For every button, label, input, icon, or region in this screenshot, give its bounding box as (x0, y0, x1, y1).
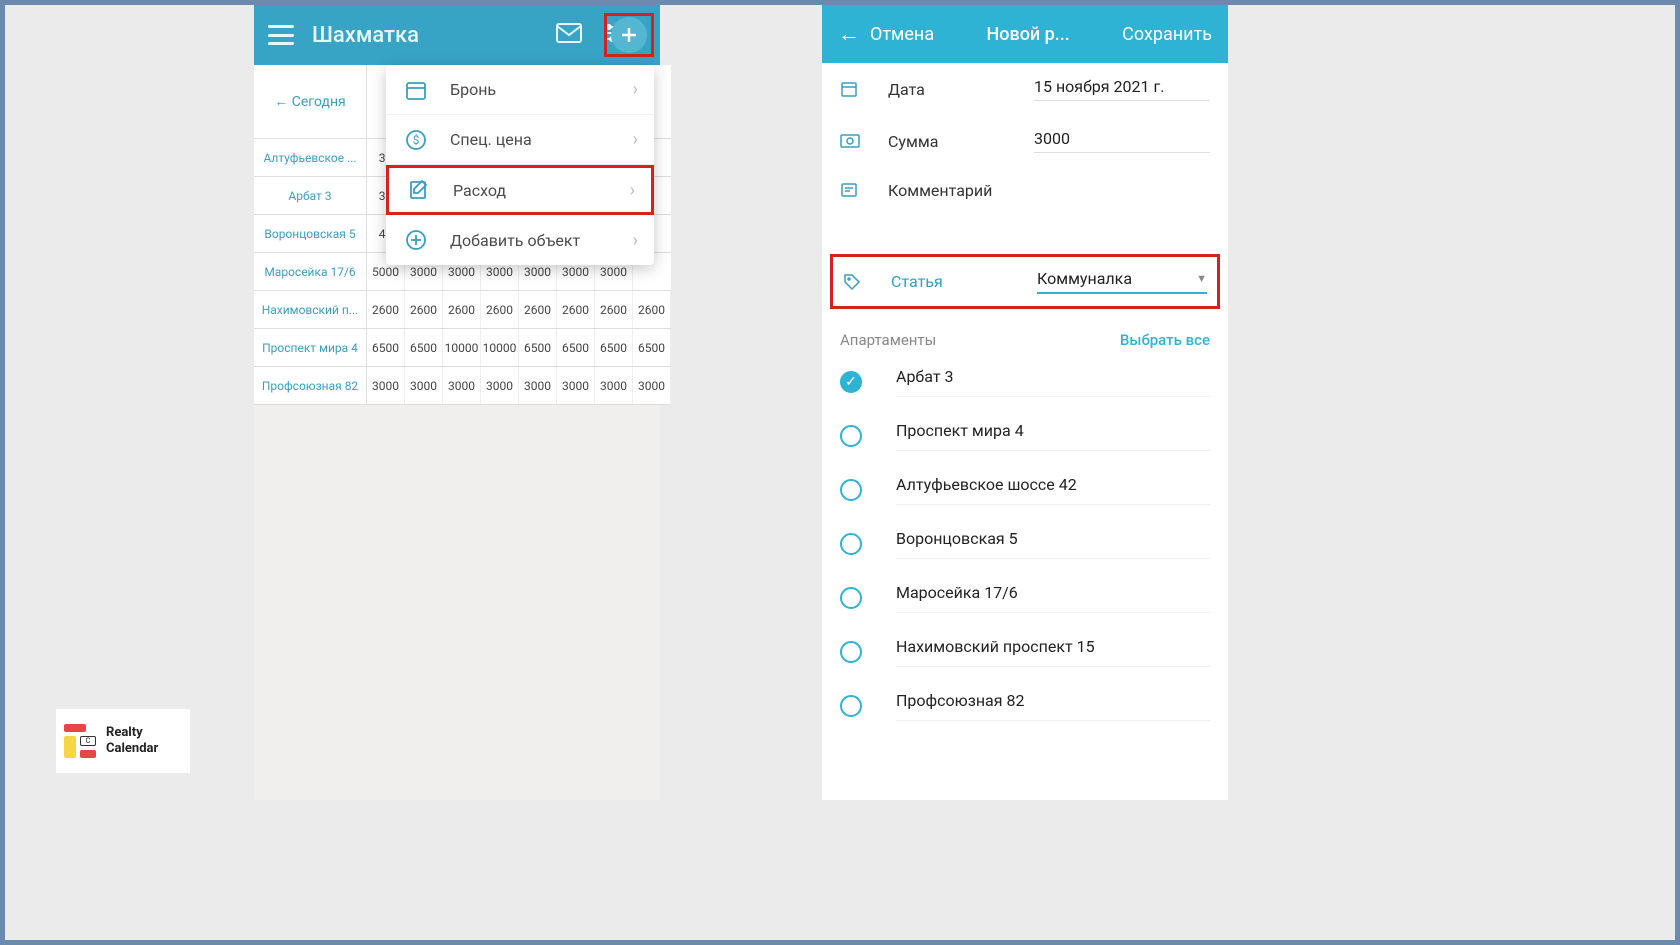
apartment-name: Воронцовская 5 (896, 529, 1210, 559)
price-cell[interactable]: 10000 (481, 329, 519, 366)
property-cell[interactable]: Алтуфьевское ... (254, 139, 367, 177)
apartment-row[interactable]: Маросейка 17/6 (822, 571, 1228, 625)
price-cell[interactable]: 2600 (519, 291, 557, 328)
price-cell[interactable]: 2600 (405, 291, 443, 328)
logo-icon: C (64, 724, 98, 758)
property-cell[interactable]: Воронцовская 5 (254, 215, 367, 253)
price-cell[interactable]: 2600 (595, 291, 633, 328)
menu-icon[interactable] (268, 25, 294, 45)
apartment-name: Проспект мира 4 (896, 421, 1210, 451)
apartment-row[interactable]: Алтуфьевское шоссе 42 (822, 463, 1228, 517)
svg-text:$: $ (413, 133, 420, 147)
apartment-name: Маросейка 17/6 (896, 583, 1210, 613)
popup-item-edit[interactable]: Расход› (386, 165, 654, 215)
dollar-icon: $ (402, 126, 430, 154)
apartment-radio[interactable] (840, 695, 862, 717)
price-cell[interactable]: 3000 (633, 367, 671, 404)
price-cell[interactable]: 2600 (557, 291, 595, 328)
price-cell[interactable]: 6500 (405, 329, 443, 366)
price-cell[interactable]: 3000 (481, 367, 519, 404)
apartment-radio[interactable] (840, 641, 862, 663)
apartment-name: Алтуфьевское шоссе 42 (896, 475, 1210, 505)
edit-icon (405, 176, 433, 204)
add-popup: Бронь›$Спец. цена›Расход›Добавить объект… (386, 65, 654, 265)
category-row[interactable]: Статья Коммуналка ▼ (830, 254, 1220, 309)
price-cell[interactable]: 3000 (557, 367, 595, 404)
price-row: 30003000300030003000300030003000 (367, 367, 671, 405)
today-button[interactable]: ← Сегодня (254, 65, 367, 139)
apartment-radio[interactable] (840, 533, 862, 555)
comment-row[interactable]: Комментарий (822, 167, 1228, 214)
toolbar-right: ← Отмена Новой р... Сохранить (822, 5, 1228, 63)
price-cell[interactable]: 3000 (443, 367, 481, 404)
add-button[interactable] (611, 17, 647, 53)
price-cell[interactable]: 6500 (595, 329, 633, 366)
calendar-icon (402, 76, 430, 104)
apartment-name: Арбат 3 (896, 367, 1210, 397)
toolbar-title: Шахматка (312, 23, 556, 48)
popup-item-dollar[interactable]: $Спец. цена› (386, 115, 654, 165)
apartment-row[interactable]: Профсоюзная 82 (822, 679, 1228, 733)
mail-icon[interactable] (556, 23, 582, 47)
price-cell[interactable]: 6500 (519, 329, 557, 366)
add-button-highlight (604, 13, 654, 57)
date-row[interactable]: Дата 15 ноября 2021 г. (822, 63, 1228, 115)
chevron-right-icon: › (633, 230, 638, 251)
comment-icon (840, 182, 864, 200)
phone-right: ← Отмена Новой р... Сохранить Дата 15 но… (822, 5, 1228, 800)
property-cell[interactable]: Арбат 3 (254, 177, 367, 215)
apartment-radio[interactable] (840, 425, 862, 447)
price-cell[interactable]: 2600 (367, 291, 405, 328)
plus-icon (402, 226, 430, 254)
calendar-icon (840, 80, 864, 98)
price-cell[interactable]: 3000 (519, 367, 557, 404)
chevron-down-icon: ▼ (1196, 272, 1207, 285)
apartment-radio[interactable] (840, 587, 862, 609)
property-cell[interactable]: Маросейка 17/6 (254, 253, 367, 291)
price-cell[interactable]: 10000 (443, 329, 481, 366)
price-cell[interactable]: 3000 (595, 367, 633, 404)
chevron-right-icon: › (633, 79, 638, 100)
price-cell[interactable]: 6500 (557, 329, 595, 366)
property-cell[interactable]: Нахимовский п... (254, 291, 367, 329)
chevron-right-icon: › (630, 180, 635, 201)
toolbar-left: Шахматка (254, 5, 660, 65)
save-button[interactable]: Сохранить (1122, 24, 1212, 45)
popup-item-calendar[interactable]: Бронь› (386, 65, 654, 115)
price-row: 26002600260026002600260026002600 (367, 291, 671, 329)
select-all-button[interactable]: Выбрать все (1120, 331, 1210, 349)
property-cell[interactable]: Профсоюзная 82 (254, 367, 367, 405)
cancel-button[interactable]: ← Отмена (838, 21, 934, 47)
price-cell[interactable]: 2600 (633, 291, 671, 328)
price-cell[interactable]: 2600 (481, 291, 519, 328)
back-arrow-icon: ← (838, 21, 860, 47)
price-cell[interactable]: 3000 (367, 367, 405, 404)
price-cell[interactable]: 6500 (367, 329, 405, 366)
price-row: 6500650010000100006500650065006500 (367, 329, 671, 367)
apartment-radio[interactable]: ✓ (840, 371, 862, 393)
popup-item-plus[interactable]: Добавить объект› (386, 215, 654, 265)
price-cell[interactable]: 6500 (633, 329, 671, 366)
money-icon (840, 134, 864, 148)
form-title: Новой р... (934, 24, 1122, 45)
apartment-radio[interactable] (840, 479, 862, 501)
category-select[interactable]: Коммуналка ▼ (1037, 269, 1207, 294)
apartment-row[interactable]: ✓ Арбат 3 (822, 355, 1228, 409)
tag-icon (843, 273, 867, 291)
apartment-row[interactable]: Воронцовская 5 (822, 517, 1228, 571)
date-value: 15 ноября 2021 г. (1034, 77, 1210, 101)
apartment-name: Нахимовский проспект 15 (896, 637, 1210, 667)
apartments-header: Апартаменты Выбрать все (822, 317, 1228, 355)
chevron-right-icon: › (633, 129, 638, 150)
price-cell[interactable]: 2600 (443, 291, 481, 328)
price-cell[interactable]: 3000 (405, 367, 443, 404)
apartment-row[interactable]: Нахимовский проспект 15 (822, 625, 1228, 679)
sum-value: 3000 (1034, 129, 1210, 153)
sum-row[interactable]: Сумма 3000 (822, 115, 1228, 167)
property-cell[interactable]: Проспект мира 4 (254, 329, 367, 367)
realty-calendar-logo: C Realty Calendar (56, 709, 190, 773)
apartment-row[interactable]: Проспект мира 4 (822, 409, 1228, 463)
apartment-name: Профсоюзная 82 (896, 691, 1210, 721)
